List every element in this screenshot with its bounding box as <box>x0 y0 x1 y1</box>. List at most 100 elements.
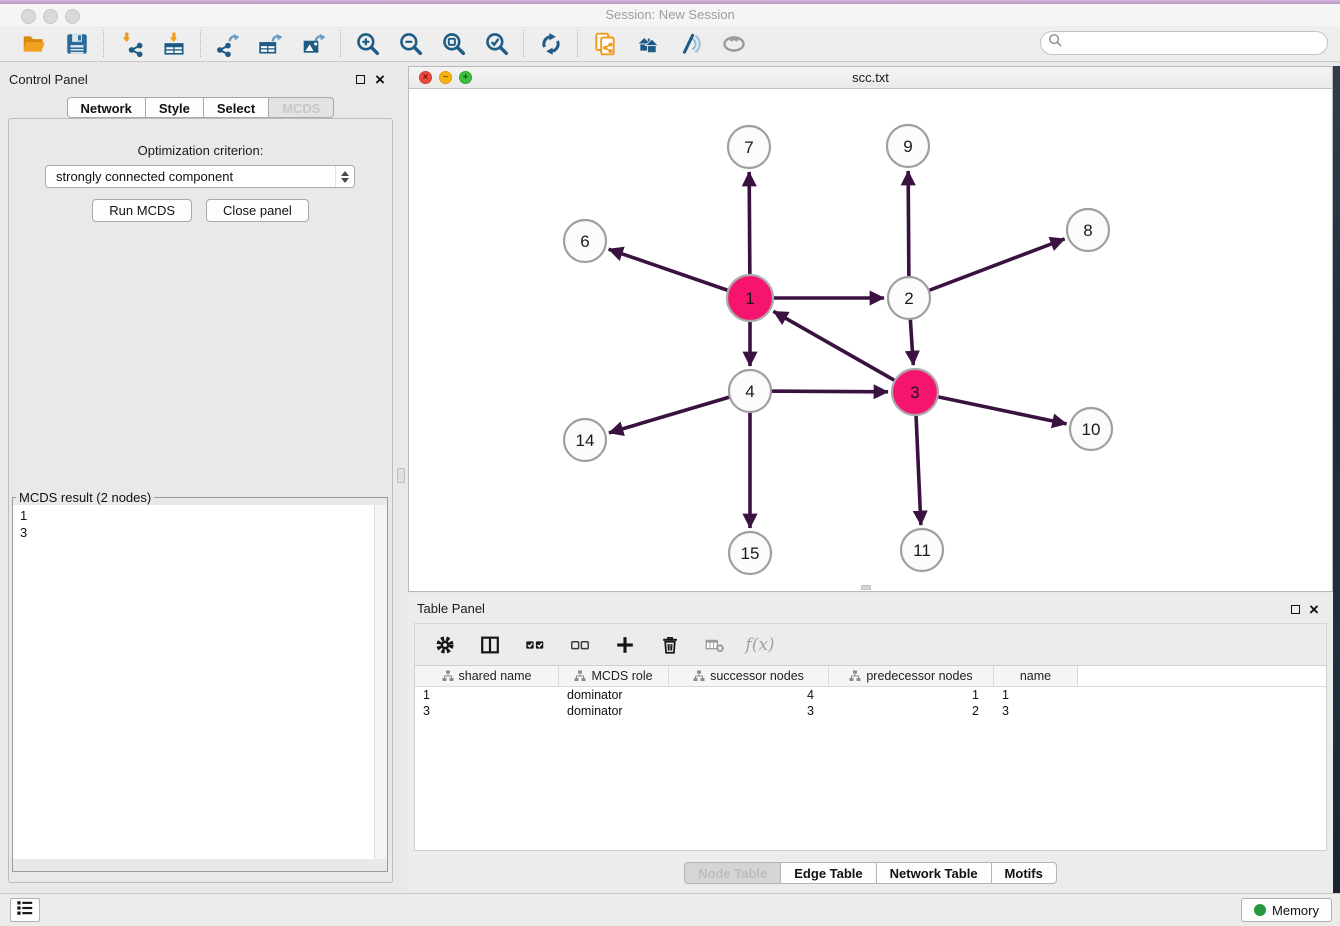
edge-2-8[interactable] <box>909 239 1065 298</box>
tab-select[interactable]: Select <box>203 97 269 118</box>
column-header-MCDS-role[interactable]: MCDS role <box>559 666 669 686</box>
titlebar: Session: New Session <box>0 4 1340 27</box>
refresh-button[interactable] <box>536 29 566 59</box>
column-header-predecessor-nodes[interactable]: predecessor nodes <box>829 666 994 686</box>
function-button: f(x) <box>746 631 774 659</box>
svg-text:1: 1 <box>745 289 754 308</box>
optimization-criterion-dropdown[interactable]: strongly connected component <box>45 165 355 188</box>
add-row-button[interactable] <box>611 631 639 659</box>
tab-motifs[interactable]: Motifs <box>991 862 1057 884</box>
close-panel-icon[interactable]: × <box>372 70 388 90</box>
delete-table-button <box>701 631 729 659</box>
zoom-in-button[interactable] <box>353 29 383 59</box>
column-label: MCDS role <box>591 669 652 683</box>
zoom-in-icon <box>355 31 381 57</box>
zoom-out-button[interactable] <box>396 29 426 59</box>
node-6[interactable]: 6 <box>564 220 606 262</box>
refresh-icon <box>538 31 564 57</box>
control-panel-tabs: NetworkStyleSelectMCDS <box>0 97 401 118</box>
column-type-icon <box>693 670 705 682</box>
tab-mcds[interactable]: MCDS <box>268 97 334 118</box>
search-input[interactable] <box>1063 35 1327 52</box>
node-11[interactable]: 11 <box>901 529 943 571</box>
svg-text:2: 2 <box>904 289 913 308</box>
dropdown-value: strongly connected component <box>46 169 335 184</box>
save-session-button[interactable] <box>62 29 92 59</box>
network-canvas[interactable]: 7 9 6 8 1 2 4 3 14 10 15 11 <box>409 89 1332 591</box>
mcds-result-scrollbar[interactable] <box>374 505 387 859</box>
network-window-resize-grip[interactable] <box>861 585 871 590</box>
task-history-button[interactable] <box>10 898 40 922</box>
export-network-button[interactable] <box>213 29 243 59</box>
hide-panel-button[interactable] <box>676 29 706 59</box>
node-7[interactable]: 7 <box>728 126 770 168</box>
node-3[interactable]: 3 <box>892 369 938 415</box>
zoom-selected-button[interactable] <box>482 29 512 59</box>
desktop-background-strip <box>1333 66 1340 893</box>
mcds-result-box: MCDS result (2 nodes) 1 3 <box>12 490 388 872</box>
node-2[interactable]: 2 <box>888 277 930 319</box>
show-eye-icon <box>721 31 747 57</box>
edge-3-1[interactable] <box>773 311 915 392</box>
node-1[interactable]: 1 <box>727 275 773 321</box>
cell: 4 <box>669 688 829 702</box>
node-table: shared name MCDS role successor nodesprede… <box>414 665 1327 851</box>
export-table-button[interactable] <box>256 29 286 59</box>
main-toolbar <box>0 26 1340 62</box>
zoom-fit-button[interactable] <box>439 29 469 59</box>
control-panel-header: Control Panel × <box>0 66 401 94</box>
cell: 2 <box>829 704 994 718</box>
toolbar-group <box>105 29 200 59</box>
tab-node-table[interactable]: Node Table <box>684 862 781 884</box>
split-column-button[interactable] <box>476 631 504 659</box>
column-type-icon <box>442 670 454 682</box>
close-panel-button[interactable]: Close panel <box>206 199 309 222</box>
table-row[interactable]: 3dominator323 <box>415 703 1326 719</box>
column-header-shared-name[interactable]: shared name <box>415 666 559 686</box>
run-mcds-button[interactable]: Run MCDS <box>92 199 192 222</box>
delete-row-button[interactable] <box>656 631 684 659</box>
node-15[interactable]: 15 <box>729 532 771 574</box>
search-box[interactable] <box>1040 31 1328 55</box>
svg-text:6: 6 <box>580 232 589 251</box>
settings-button[interactable] <box>431 631 459 659</box>
tab-edge-table[interactable]: Edge Table <box>780 862 876 884</box>
table-row[interactable]: 1dominator411 <box>415 687 1326 703</box>
save-session-icon <box>64 31 90 57</box>
column-header-name[interactable]: name <box>994 666 1078 686</box>
deselect-all-button[interactable] <box>566 631 594 659</box>
search-icon <box>1048 33 1063 53</box>
node-9[interactable]: 9 <box>887 125 929 167</box>
hide-panel-icon <box>678 31 704 57</box>
float-panel-icon[interactable] <box>356 75 365 84</box>
column-header-successor-nodes[interactable]: successor nodes <box>669 666 829 686</box>
tab-network-table[interactable]: Network Table <box>876 862 992 884</box>
home-button[interactable] <box>633 29 663 59</box>
clone-network-button[interactable] <box>590 29 620 59</box>
tab-style[interactable]: Style <box>145 97 204 118</box>
export-network-icon <box>215 31 241 57</box>
show-eye-button[interactable] <box>719 29 749 59</box>
node-4[interactable]: 4 <box>729 370 771 412</box>
open-session-button[interactable] <box>19 29 49 59</box>
tab-network[interactable]: Network <box>67 97 146 118</box>
toolbar-group <box>202 29 340 59</box>
node-10[interactable]: 10 <box>1070 408 1112 450</box>
mcds-result-list[interactable]: 1 3 <box>13 505 387 859</box>
close-table-panel-icon[interactable]: × <box>1306 600 1322 620</box>
node-8[interactable]: 8 <box>1067 209 1109 251</box>
select-all-button[interactable] <box>521 631 549 659</box>
status-bar: Memory <box>0 893 1340 926</box>
node-14[interactable]: 14 <box>564 419 606 461</box>
import-network-button[interactable] <box>116 29 146 59</box>
export-image-button[interactable] <box>299 29 329 59</box>
memory-button[interactable]: Memory <box>1241 898 1332 922</box>
cell: 3 <box>994 704 1078 718</box>
float-table-panel-icon[interactable] <box>1291 605 1300 614</box>
network-view-window: ×−+ scc.txt 7968124314101511 <box>408 66 1333 592</box>
cell: 1 <box>994 688 1078 702</box>
cell: 3 <box>669 704 829 718</box>
zoom-selected-icon <box>484 31 510 57</box>
import-table-button[interactable] <box>159 29 189 59</box>
split-divider-handle[interactable] <box>397 468 405 483</box>
